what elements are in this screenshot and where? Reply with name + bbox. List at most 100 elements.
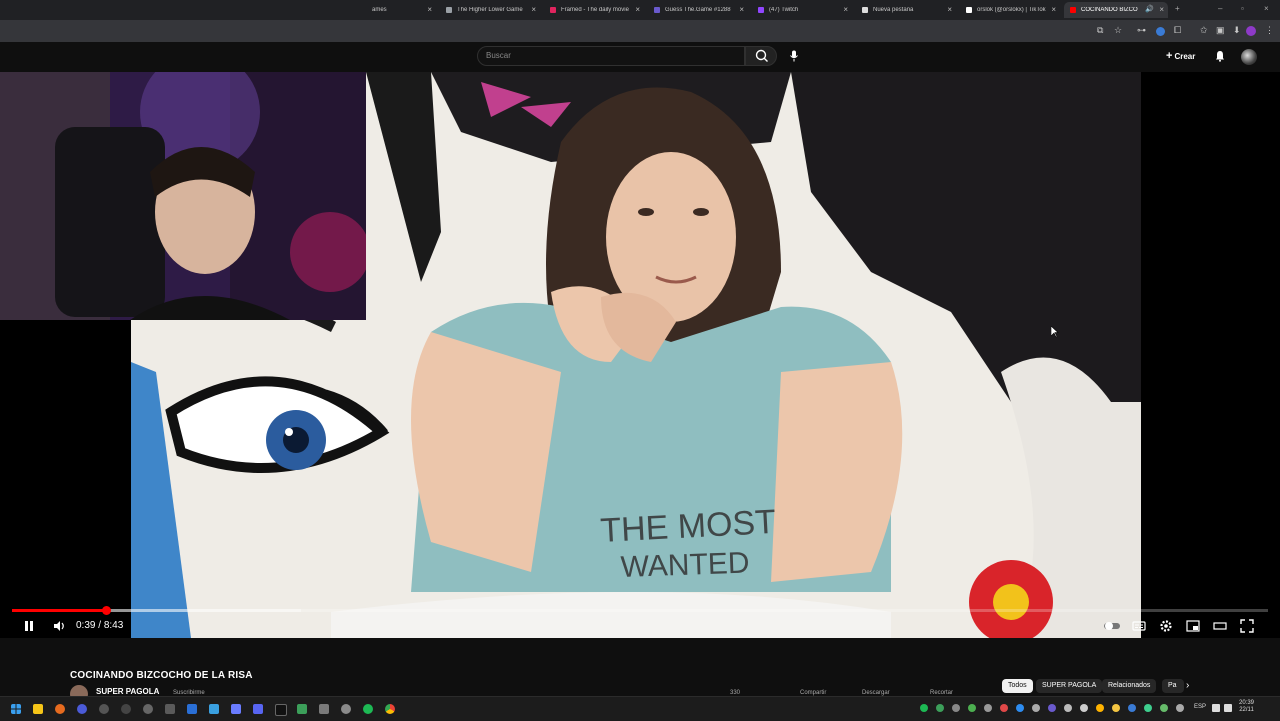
progress-scrubber[interactable]	[101, 606, 111, 615]
framed-favicon-icon	[550, 7, 556, 13]
browser-tab[interactable]: Nueva pestaña ×	[856, 2, 956, 18]
close-icon[interactable]: ×	[1159, 5, 1164, 14]
settings-gear-icon[interactable]	[1159, 619, 1173, 633]
spotify-icon[interactable]	[363, 704, 373, 714]
bookmark-icon[interactable]: ✩	[1200, 25, 1208, 36]
autoplay-toggle-icon[interactable]	[1103, 619, 1121, 633]
tray-app-icon[interactable]	[984, 704, 992, 712]
browser-tab[interactable]: The Higher Lower Game ×	[440, 2, 540, 18]
system-clock[interactable]: 20:39 22/11	[1239, 700, 1254, 714]
tray-app-icon[interactable]	[1160, 704, 1168, 712]
close-icon[interactable]: ×	[739, 5, 744, 14]
browser-tab[interactable]: Guess The.Game #1288 ×	[648, 2, 748, 18]
tray-app-icon[interactable]	[1112, 704, 1120, 712]
chip-todos[interactable]: Todos	[1002, 679, 1033, 693]
microphone-tray-icon[interactable]	[1176, 704, 1184, 712]
close-icon[interactable]: ×	[1051, 5, 1056, 14]
plus-icon[interactable]: +	[1175, 4, 1180, 13]
windows-start-icon[interactable]	[11, 704, 21, 714]
close-icon[interactable]: ×	[947, 5, 952, 14]
app-icon[interactable]	[77, 704, 87, 714]
app-icon[interactable]	[121, 704, 131, 714]
app-icon[interactable]	[143, 704, 153, 714]
subtitles-icon[interactable]	[1132, 619, 1146, 633]
extension-icon[interactable]	[1156, 27, 1165, 36]
monitor-icon[interactable]	[1212, 704, 1220, 712]
close-window-icon[interactable]: ×	[1264, 4, 1269, 13]
chevron-right-icon[interactable]: ›	[1186, 680, 1189, 691]
install-icon[interactable]: ⧉	[1097, 25, 1103, 36]
tray-app-icon[interactable]	[1000, 704, 1008, 712]
tray-app-icon[interactable]	[1032, 704, 1040, 712]
tray-app-icon[interactable]	[1064, 704, 1072, 712]
current-time: 0:39	[76, 620, 96, 631]
channel-name[interactable]: SUPER PAGOLA	[96, 687, 159, 696]
tray-app-icon[interactable]	[1016, 704, 1024, 712]
speaker-icon[interactable]: 🔊	[1145, 5, 1154, 13]
tray-app-icon[interactable]	[936, 704, 944, 712]
app-icon[interactable]	[297, 704, 307, 714]
puzzle-icon[interactable]: ⧠	[1174, 25, 1181, 36]
app-icon[interactable]	[99, 704, 109, 714]
app-icon[interactable]	[231, 704, 241, 714]
notifications-bell-icon[interactable]	[1214, 50, 1226, 62]
minimize-icon[interactable]: –	[1218, 4, 1222, 13]
tiktok-icon[interactable]	[275, 704, 287, 716]
close-icon[interactable]: ×	[843, 5, 848, 14]
chrome-icon[interactable]	[385, 704, 395, 714]
shirt-text-line2: WANTED	[620, 547, 750, 584]
discord-icon[interactable]	[253, 704, 263, 714]
tray-app-icon[interactable]	[952, 704, 960, 712]
app-icon[interactable]	[319, 704, 329, 714]
tray-app-icon[interactable]	[1128, 704, 1136, 712]
account-avatar[interactable]	[1241, 49, 1257, 65]
language-indicator[interactable]: ESP	[1194, 704, 1206, 710]
search-input[interactable]: Buscar	[477, 46, 745, 66]
speaker-tray-icon[interactable]	[1224, 704, 1232, 712]
sticky-notes-icon[interactable]	[33, 704, 43, 714]
chip-partial[interactable]: Pa	[1162, 679, 1184, 693]
tray-app-icon[interactable]	[968, 704, 976, 712]
tray-app-icon[interactable]	[1048, 704, 1056, 712]
video-progress-bar[interactable]	[12, 609, 1268, 612]
microphone-icon[interactable]	[788, 50, 800, 62]
chip-related[interactable]: Relacionados	[1102, 679, 1157, 693]
tray-app-icon[interactable]	[920, 704, 928, 712]
close-icon[interactable]: ×	[531, 5, 536, 14]
search-button[interactable]	[745, 46, 777, 66]
tray-app-icon[interactable]	[1080, 704, 1088, 712]
video-player[interactable]: THE MOST WANTED	[0, 72, 1280, 638]
browser-tab[interactable]: orslok (@orslokx) | TikTok ×	[960, 2, 1060, 18]
fullscreen-icon[interactable]	[1240, 619, 1254, 633]
app-icon[interactable]	[187, 704, 197, 714]
browser-tab-active[interactable]: COCINANDO BIZCO 🔊 ×	[1064, 2, 1168, 18]
theater-mode-icon[interactable]	[1213, 619, 1227, 633]
tray-app-icon[interactable]	[1096, 704, 1104, 712]
maximize-icon[interactable]: ▫	[1241, 4, 1244, 13]
telegram-icon[interactable]	[209, 704, 219, 714]
tab-title: Nueva pestaña	[873, 7, 914, 13]
progress-played	[12, 609, 107, 612]
more-menu-icon[interactable]: ⋮	[1265, 25, 1274, 36]
star-icon[interactable]: ☆	[1114, 25, 1122, 36]
profile-icon[interactable]	[1246, 26, 1256, 36]
tray-app-icon[interactable]	[1144, 704, 1152, 712]
close-icon[interactable]: ×	[427, 5, 432, 14]
browser-tab[interactable]: Framed - The daily movie ×	[544, 2, 644, 18]
miniplayer-icon[interactable]	[1186, 619, 1200, 633]
search-app-icon[interactable]	[55, 704, 65, 714]
sidebar-icon[interactable]: ▣	[1216, 25, 1225, 36]
close-icon[interactable]: ×	[635, 5, 640, 14]
link-icon[interactable]: ⊶	[1137, 25, 1146, 36]
app-icon[interactable]	[341, 704, 351, 714]
volume-icon[interactable]	[52, 619, 66, 633]
download-icon[interactable]: ⬇	[1233, 25, 1241, 36]
pause-icon[interactable]	[22, 619, 36, 633]
create-button[interactable]: + Crear	[1166, 50, 1195, 62]
browser-tab[interactable]: (47) Twitch ×	[752, 2, 852, 18]
app-icon[interactable]	[165, 704, 175, 714]
twitch-favicon-icon	[758, 7, 764, 13]
newtab-favicon-icon	[862, 7, 868, 13]
browser-tab[interactable]: ames ×	[366, 2, 436, 18]
chip-channel[interactable]: SUPER PAGOLA	[1036, 679, 1103, 693]
